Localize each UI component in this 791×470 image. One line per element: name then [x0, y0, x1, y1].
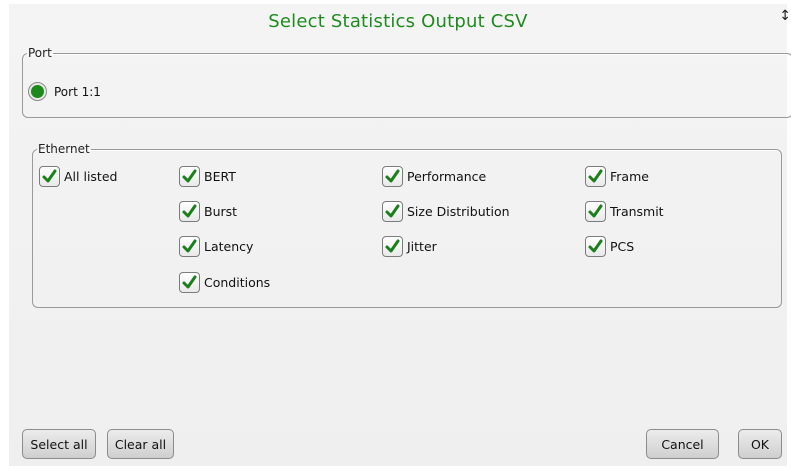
checkbox-label: Conditions [204, 275, 271, 290]
checkmark-icon [382, 236, 403, 257]
port-radio-label: Port 1:1 [54, 85, 101, 99]
checkbox-label: All listed [64, 169, 118, 184]
checkmark-icon [382, 201, 403, 222]
checkbox-label: Latency [204, 239, 254, 254]
checkbox-transmit[interactable]: Transmit [585, 201, 664, 222]
cancel-button[interactable]: Cancel [646, 429, 719, 459]
checkbox-label: Transmit [610, 204, 664, 219]
checkbox-jitter[interactable]: Jitter [382, 236, 437, 257]
checkbox-pcs[interactable]: PCS [585, 236, 634, 257]
checkbox-label: Burst [204, 204, 238, 219]
window-corner-icon: ↕ [779, 8, 791, 24]
clear-all-button[interactable]: Clear all [107, 429, 174, 459]
checkbox-conditions[interactable]: Conditions [179, 272, 270, 293]
checkbox-label: PCS [610, 239, 635, 254]
dialog-title: Select Statistics Output CSV [268, 11, 528, 32]
checkbox-label: BERT [204, 169, 236, 184]
checkmark-icon [179, 272, 200, 293]
checkbox-burst[interactable]: Burst [179, 201, 237, 222]
checkbox-latency[interactable]: Latency [179, 236, 253, 257]
checkmark-icon [39, 166, 60, 187]
checkmark-icon [179, 236, 200, 257]
checkmark-icon [382, 166, 403, 187]
checkmark-icon [179, 201, 200, 222]
dialog: Select Statistics Output CSV ↕ Port Port… [9, 4, 791, 466]
checkmark-icon [179, 166, 200, 187]
checkmark-icon [585, 201, 606, 222]
port-radio[interactable] [28, 82, 47, 101]
select-all-button[interactable]: Select all [22, 429, 96, 459]
checkmark-icon [585, 166, 606, 187]
radio-selected-icon [31, 85, 44, 98]
checkbox-label: Jitter [407, 239, 437, 254]
checkmark-icon [585, 236, 606, 257]
checkbox-bert[interactable]: BERT [179, 166, 236, 187]
ok-button[interactable]: OK [738, 429, 782, 459]
port-group: Port [22, 46, 791, 118]
checkbox-performance[interactable]: Performance [382, 166, 486, 187]
ethernet-group-legend: Ethernet [38, 142, 90, 156]
checkbox-frame[interactable]: Frame [585, 166, 649, 187]
checkbox-label: Frame [610, 169, 649, 184]
checkbox-label: Performance [407, 169, 487, 184]
checkbox-size-distribution[interactable]: Size Distribution [382, 201, 510, 222]
port-group-legend: Port [28, 46, 52, 60]
checkbox-all-listed[interactable]: All listed [39, 166, 117, 187]
checkbox-label: Size Distribution [407, 204, 510, 219]
